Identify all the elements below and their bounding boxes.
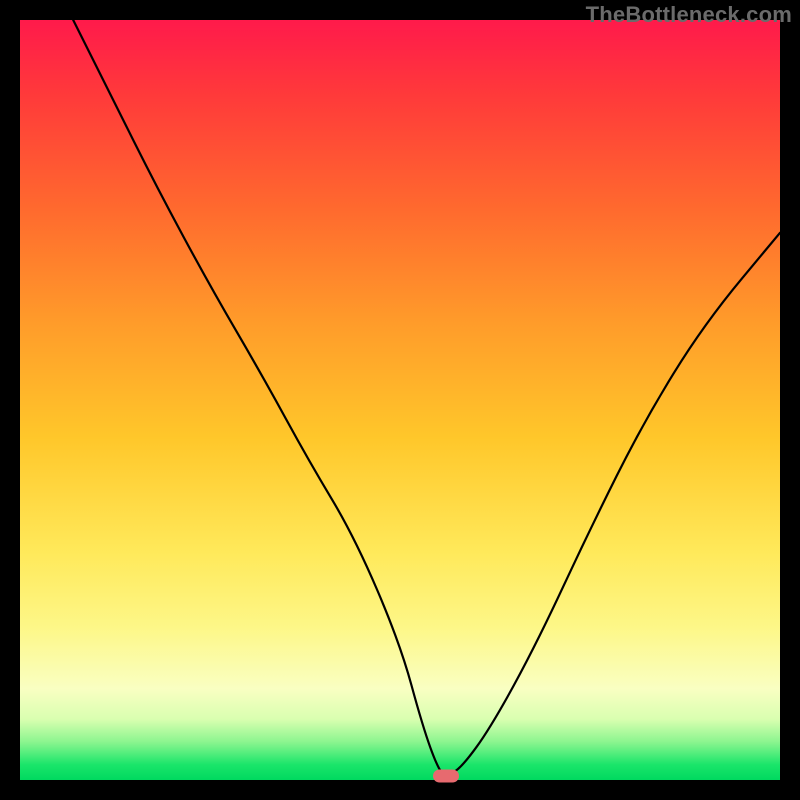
- chart-frame: TheBottleneck.com: [0, 0, 800, 800]
- optimum-marker: [433, 770, 459, 783]
- curve-path: [73, 20, 780, 774]
- bottleneck-curve: [20, 20, 780, 780]
- watermark-text: TheBottleneck.com: [586, 2, 792, 28]
- gradient-plot-area: [20, 20, 780, 780]
